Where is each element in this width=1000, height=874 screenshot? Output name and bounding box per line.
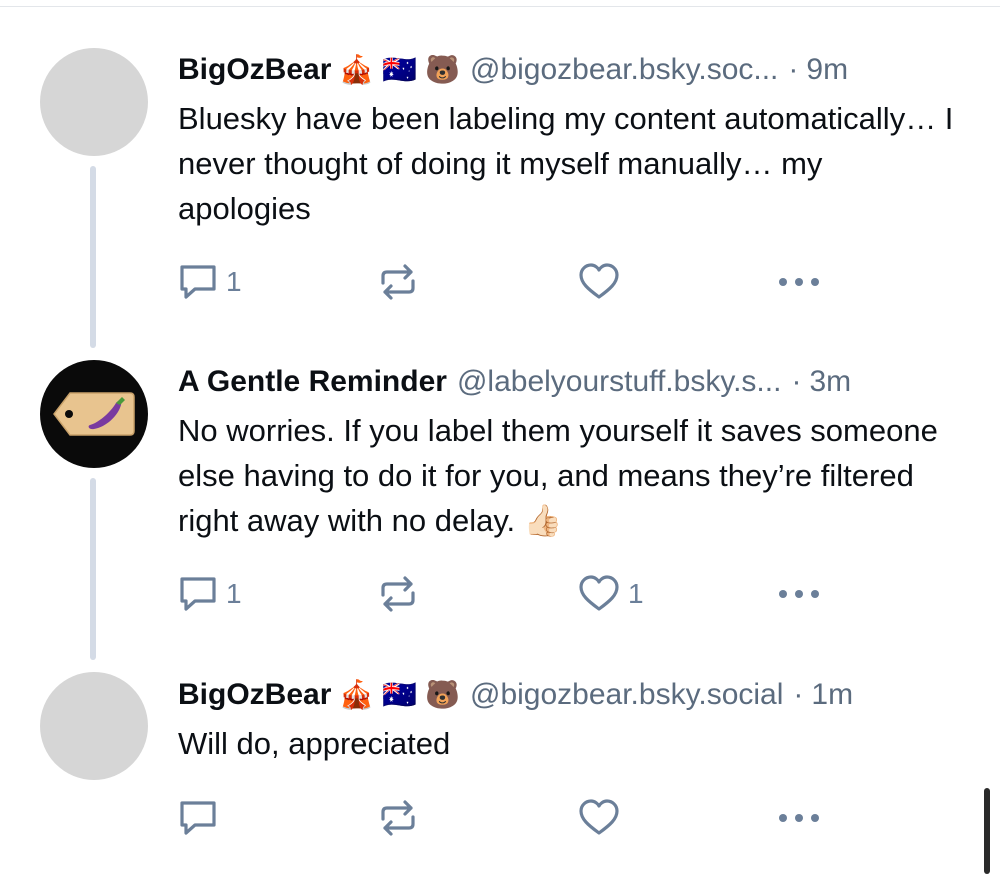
author-handle[interactable]: @bigozbear.bsky.social bbox=[470, 675, 783, 715]
like-count: 1 bbox=[628, 578, 644, 609]
post-text: Bluesky have been labeling my content au… bbox=[178, 101, 954, 226]
reply-icon bbox=[180, 801, 216, 835]
author-name[interactable]: BigOzBear bbox=[178, 675, 331, 715]
thread-view: BigOzBear 🎪 🇦🇺 🐻 @bigozbear.bsky.soc... … bbox=[0, 0, 1000, 874]
thread-line bbox=[90, 478, 96, 660]
repost-icon bbox=[381, 800, 415, 836]
author-name[interactable]: BigOzBear bbox=[178, 50, 331, 90]
post-text: No worries. If you label them yourself i… bbox=[178, 413, 938, 538]
reply-count: 1 bbox=[226, 266, 242, 297]
bear-emoji: 🐻 bbox=[425, 678, 460, 711]
separator-dot: · bbox=[788, 53, 799, 86]
author-name[interactable]: A Gentle Reminder bbox=[178, 362, 447, 402]
repost-button[interactable] bbox=[378, 262, 418, 302]
reply-icon bbox=[180, 577, 216, 611]
repost-icon bbox=[381, 576, 415, 612]
post-actions bbox=[178, 798, 838, 838]
post-1[interactable]: BigOzBear 🎪 🇦🇺 🐻 @bigozbear.bsky.soc... … bbox=[178, 50, 968, 231]
post-time[interactable]: 1m bbox=[811, 675, 853, 715]
post-header: BigOzBear 🎪 🇦🇺 🐻 @bigozbear.bsky.soc... … bbox=[178, 50, 968, 90]
more-icon bbox=[779, 278, 819, 286]
avatar-gentle-reminder[interactable] bbox=[40, 360, 148, 468]
thread-line bbox=[90, 166, 96, 348]
more-button[interactable] bbox=[776, 574, 822, 614]
more-button[interactable] bbox=[776, 262, 822, 302]
more-icon bbox=[779, 814, 819, 822]
reply-button[interactable]: 1 bbox=[178, 262, 242, 302]
post-actions: 1 1 bbox=[178, 574, 838, 614]
post-2[interactable]: A Gentle Reminder @labelyourstuff.bsky.s… bbox=[178, 362, 968, 543]
repost-button[interactable] bbox=[378, 798, 418, 838]
post-3[interactable]: BigOzBear 🎪 🇦🇺 🐻 @bigozbear.bsky.social … bbox=[178, 675, 968, 766]
reply-icon bbox=[180, 265, 216, 299]
reply-count: 1 bbox=[226, 578, 242, 609]
avatar-bigozbear[interactable] bbox=[40, 48, 148, 156]
post-time[interactable]: 9m bbox=[806, 50, 848, 90]
like-button[interactable] bbox=[578, 798, 628, 838]
like-button[interactable]: 1 bbox=[578, 574, 644, 614]
avatar-bigozbear[interactable] bbox=[40, 672, 148, 780]
scrollbar[interactable] bbox=[984, 788, 990, 874]
circus-tent-emoji: 🎪 bbox=[339, 678, 375, 711]
post-header: A Gentle Reminder @labelyourstuff.bsky.s… bbox=[178, 362, 968, 402]
australia-flag-emoji: 🇦🇺 bbox=[382, 53, 418, 86]
more-button[interactable] bbox=[776, 798, 822, 838]
australia-flag-emoji: 🇦🇺 bbox=[382, 678, 418, 711]
post-actions: 1 bbox=[178, 262, 838, 302]
circus-tent-emoji: 🎪 bbox=[339, 53, 375, 86]
label-tag-icon bbox=[53, 392, 135, 436]
author-handle[interactable]: @bigozbear.bsky.soc... bbox=[470, 50, 778, 90]
bear-emoji: 🐻 bbox=[425, 53, 460, 86]
repost-button[interactable] bbox=[378, 574, 418, 614]
heart-icon bbox=[579, 799, 619, 835]
reply-button[interactable] bbox=[178, 798, 226, 838]
top-divider bbox=[0, 6, 1000, 7]
more-icon bbox=[779, 590, 819, 598]
separator-dot: · bbox=[791, 365, 802, 398]
author-handle[interactable]: @labelyourstuff.bsky.s... bbox=[457, 362, 781, 402]
like-button[interactable] bbox=[578, 262, 628, 302]
post-header: BigOzBear 🎪 🇦🇺 🐻 @bigozbear.bsky.social … bbox=[178, 675, 968, 715]
separator-dot: · bbox=[793, 678, 804, 711]
post-time[interactable]: 3m bbox=[809, 362, 851, 402]
heart-icon bbox=[579, 263, 619, 299]
heart-icon bbox=[579, 575, 619, 611]
repost-icon bbox=[381, 264, 415, 300]
post-text: Will do, appreciated bbox=[178, 726, 451, 761]
reply-button[interactable]: 1 bbox=[178, 574, 242, 614]
